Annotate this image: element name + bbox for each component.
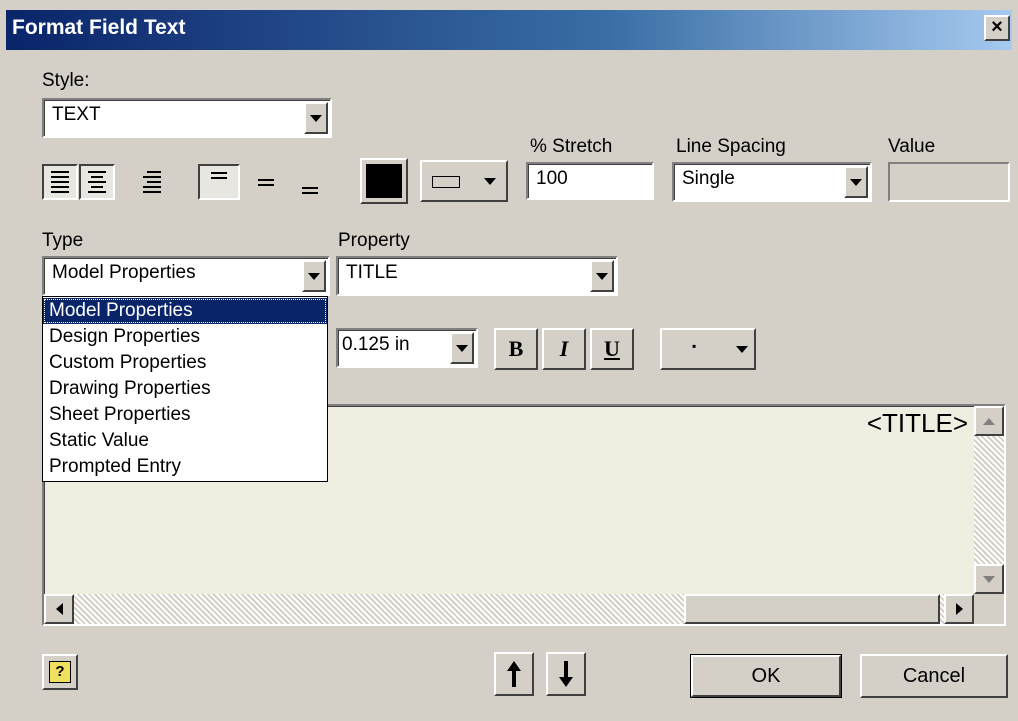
font-size-value: 0.125 in: [342, 334, 410, 355]
property-value: TITLE: [346, 262, 398, 283]
editor-content: <TITLE>: [866, 408, 968, 438]
arrow-down-icon: [559, 661, 573, 687]
scroll-right-button[interactable]: [944, 594, 974, 624]
valign-middle-icon: [258, 178, 274, 186]
scroll-up-button[interactable]: [974, 406, 1004, 436]
horizontal-scrollbar[interactable]: [44, 594, 974, 624]
bold-icon: B: [508, 336, 524, 361]
stretch-value: 100: [536, 168, 568, 189]
align-left-button[interactable]: [42, 164, 78, 200]
help-button[interactable]: ?: [42, 654, 78, 690]
scroll-left-button[interactable]: [44, 594, 74, 624]
italic-icon: I: [559, 336, 569, 361]
close-icon: ×: [991, 16, 1003, 38]
valign-bottom-button[interactable]: [290, 164, 330, 200]
chevron-down-icon: [484, 178, 496, 185]
arrow-down-icon: [983, 575, 995, 583]
list-item[interactable]: Drawing Properties: [43, 376, 327, 402]
type-dropdown-arrow[interactable]: [302, 260, 326, 292]
horizontal-scroll-thumb[interactable]: [684, 594, 940, 624]
align-center-icon: [88, 171, 106, 193]
window-title: Format Field Text: [12, 16, 186, 39]
style-label: Style:: [42, 70, 90, 91]
property-label: Property: [338, 230, 410, 251]
chevron-down-icon: [596, 272, 608, 280]
arrow-up-icon: [983, 417, 995, 425]
arrow-up-icon: [507, 661, 521, 687]
symbol-dropdown[interactable]: ▪: [660, 328, 756, 370]
frame-icon: [432, 176, 460, 188]
chevron-down-icon: [456, 344, 468, 352]
type-dropdown[interactable]: Model Properties: [42, 256, 330, 296]
type-dropdown-list[interactable]: Model Properties Design Properties Custo…: [42, 296, 328, 482]
valign-middle-button[interactable]: [246, 164, 286, 200]
list-item[interactable]: Custom Properties: [43, 350, 327, 376]
move-up-button[interactable]: [494, 652, 534, 696]
bold-button[interactable]: B: [494, 328, 538, 370]
frame-style-dropdown[interactable]: [420, 160, 508, 202]
underline-icon: U: [604, 336, 620, 361]
text-color-button[interactable]: [360, 158, 408, 204]
font-size-dropdown[interactable]: 0.125 in: [336, 328, 478, 368]
value-label: Value: [888, 136, 936, 157]
font-size-arrow[interactable]: [450, 332, 474, 364]
arrow-right-icon: [955, 603, 963, 615]
valign-top-button[interactable]: [198, 164, 240, 200]
list-item[interactable]: Static Value: [43, 428, 327, 454]
stretch-input[interactable]: 100: [526, 162, 654, 200]
line-spacing-value: Single: [682, 168, 735, 189]
style-dropdown-arrow[interactable]: [304, 102, 328, 134]
italic-button[interactable]: I: [542, 328, 586, 370]
help-icon: ?: [49, 661, 71, 683]
stretch-label: % Stretch: [530, 136, 613, 157]
move-down-button[interactable]: [546, 652, 586, 696]
symbol-icon: ▪: [692, 339, 697, 353]
cancel-button[interactable]: Cancel: [860, 654, 1008, 698]
chevron-down-icon: [310, 114, 322, 122]
chevron-down-icon: [308, 272, 320, 280]
align-right-button[interactable]: [134, 164, 170, 200]
ok-button[interactable]: OK: [690, 654, 842, 698]
style-dropdown[interactable]: TEXT: [42, 98, 332, 138]
align-center-button[interactable]: [79, 164, 115, 200]
chevron-down-icon: [736, 346, 748, 353]
line-spacing-label: Line Spacing: [676, 136, 786, 157]
style-value: TEXT: [52, 104, 101, 125]
value-input: [888, 162, 1010, 202]
scroll-down-button[interactable]: [974, 564, 1004, 594]
vertical-scrollbar[interactable]: [974, 406, 1004, 594]
scroll-corner: [974, 594, 1004, 624]
line-spacing-arrow[interactable]: [844, 166, 868, 198]
property-dropdown-arrow[interactable]: [590, 260, 614, 292]
cancel-label: Cancel: [902, 664, 966, 687]
arrow-left-icon: [55, 603, 63, 615]
list-item[interactable]: Sheet Properties: [43, 402, 327, 428]
type-value: Model Properties: [52, 262, 196, 283]
color-swatch: [366, 164, 402, 198]
property-dropdown[interactable]: TITLE: [336, 256, 618, 296]
list-item[interactable]: Model Properties: [43, 298, 327, 324]
list-item[interactable]: Design Properties: [43, 324, 327, 350]
align-left-icon: [51, 171, 69, 193]
line-spacing-dropdown[interactable]: Single: [672, 162, 872, 202]
type-label: Type: [42, 230, 84, 251]
valign-top-icon: [211, 172, 227, 179]
close-button[interactable]: ×: [984, 15, 1010, 41]
align-right-icon: [143, 171, 161, 193]
underline-button[interactable]: U: [590, 328, 634, 370]
list-item[interactable]: Prompted Entry: [43, 454, 327, 480]
chevron-down-icon: [850, 178, 862, 186]
valign-bottom-icon: [302, 187, 318, 194]
